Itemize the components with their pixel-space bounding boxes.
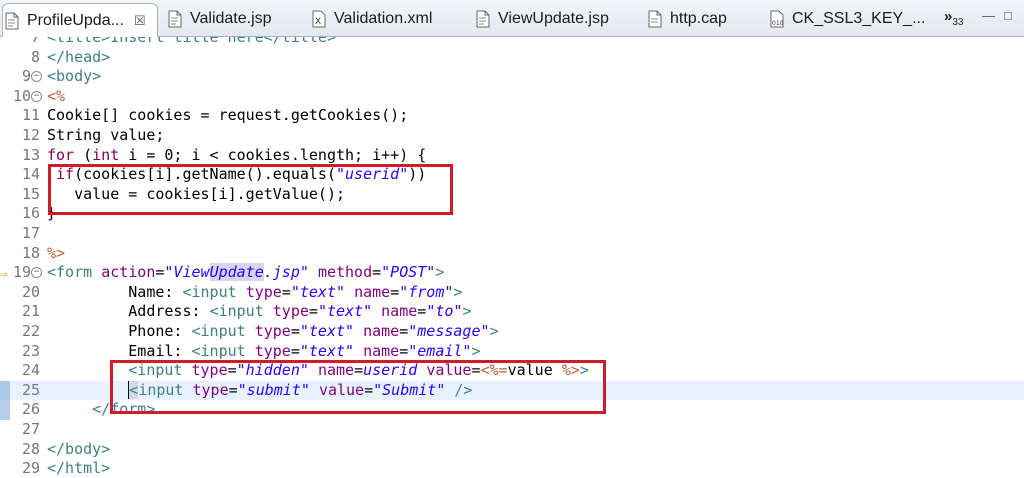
code-line-25[interactable]: 25 <input type="submit" value="Submit" /…: [0, 380, 1024, 401]
code-text: value = cookies[i].getValue();: [47, 184, 346, 203]
tab-ck-ssl3-key[interactable]: 010 CK_SSL3_KEY_...: [768, 3, 925, 35]
more-tabs-button[interactable]: »33: [944, 8, 963, 28]
code-text: Phone: <input type="text" name="message"…: [47, 322, 499, 340]
tab-label: http.cap: [670, 10, 727, 27]
line-number: 24: [21, 361, 40, 380]
code-text: </form>: [92, 400, 156, 419]
line-number: 14: [21, 165, 40, 184]
code-text: Cookie[] cookies = request.getCookies();: [47, 106, 409, 125]
change-marker: [0, 380, 10, 420]
tab-http-cap[interactable]: http.cap: [646, 3, 727, 35]
line-number: 23: [21, 341, 40, 360]
jsp-file-icon: [3, 11, 21, 31]
line-number: 27: [21, 420, 40, 438]
code-text: for (int i = 0; i < cookies.length; i++)…: [47, 145, 427, 164]
code-text: Name: <input type="text" name="from">: [47, 282, 463, 301]
code-text: <input type="hidden" name=userid value=<…: [128, 361, 589, 380]
minimize-icon[interactable]: —: [982, 8, 995, 23]
line-number: 17: [21, 224, 40, 242]
xml-file-icon: X: [310, 9, 328, 29]
code-line-24[interactable]: 24 <input type="hidden" name=userid valu…: [0, 361, 1024, 381]
code-text: <%: [47, 86, 66, 105]
line-number: 29: [21, 459, 40, 478]
tab-label: Validate.jsp: [190, 10, 272, 27]
jsp-file-icon: [166, 9, 184, 29]
code-text: if(cookies[i].getName().equals("userid")…: [56, 165, 427, 184]
code-text: String value;: [47, 126, 165, 144]
tab-label: ProfileUpda...: [27, 11, 124, 29]
line-number: 11: [21, 106, 40, 125]
jsp-file-icon: [474, 9, 492, 29]
collapse-fold-icon[interactable]: −: [31, 267, 42, 279]
code-editor[interactable]: 7 <title>Insert title here</title> 8 </head…: [0, 37, 1024, 478]
code-line-17[interactable]: 17: [0, 224, 1024, 244]
close-tab-icon[interactable]: ☒: [134, 13, 146, 29]
tab-label: Validation.xml: [334, 10, 433, 27]
code-line-18[interactable]: 18 %>: [0, 244, 1024, 264]
code-text: <body>: [47, 67, 102, 86]
tab-viewupdate-jsp[interactable]: ViewUpdate.jsp: [474, 3, 609, 35]
line-number: 13: [21, 145, 40, 164]
code-line-11[interactable]: 11 Cookie[] cookies = request.getCookies(…: [0, 106, 1024, 126]
code-text: <input type="submit" value="Submit" />: [128, 380, 473, 399]
code-text: </body>: [47, 439, 111, 458]
editor-tab-bar: ProfileUpda... ☒ Validate.jsp X Validati…: [0, 0, 1024, 37]
line-number: 22: [21, 322, 40, 340]
code-line-19[interactable]: ⇨ 19− <form action="ViewUpdate.jsp" method…: [0, 263, 1024, 283]
svg-text:010: 010: [772, 20, 784, 27]
code-line-9[interactable]: 9− <body>: [0, 67, 1024, 87]
line-number: 18: [21, 243, 40, 262]
line-number: 20: [21, 282, 40, 301]
tab-validation-xml[interactable]: X Validation.xml: [310, 3, 432, 35]
code-text: Address: <input type="text" name="to">: [47, 302, 472, 321]
line-number: 19: [12, 263, 31, 282]
code-line-7[interactable]: 7 <title>Insert title here</title>: [0, 37, 1024, 48]
code-text: }: [47, 204, 57, 223]
line-number: 9: [21, 67, 31, 86]
code-line-23[interactable]: 23 Email: <input type="text" name="email…: [0, 342, 1024, 362]
code-text: <title>Insert title here</title>: [47, 37, 336, 46]
code-line-13[interactable]: 13 for (int i = 0; i < cookies.length; i+…: [0, 146, 1024, 166]
code-line-10[interactable]: 10− <%: [0, 87, 1024, 107]
code-line-26[interactable]: 26 </form>: [0, 400, 1024, 420]
hidden-tabs-count: 33: [952, 17, 964, 28]
line-number: 7: [30, 37, 40, 46]
code-line-14[interactable]: 14 if(cookies[i].getName().equals("useri…: [0, 165, 1024, 185]
line-number: 21: [21, 302, 40, 321]
code-text: <form action="ViewUpdate.jsp" method="PO…: [47, 263, 445, 282]
tab-profileupdate[interactable]: ProfileUpda... ☒: [2, 3, 158, 37]
code-text: </html>: [47, 459, 111, 478]
line-number: 12: [21, 126, 40, 144]
code-line-16[interactable]: 16}: [0, 204, 1024, 224]
code-line-28[interactable]: 28 </body>: [0, 440, 1024, 460]
code-line-8[interactable]: 8 </head>: [0, 48, 1024, 68]
file-icon: [646, 9, 664, 29]
line-number: 15: [21, 184, 40, 203]
line-number: 10: [12, 86, 31, 105]
tab-validate-jsp[interactable]: Validate.jsp: [166, 3, 272, 35]
code-text: Email: <input type="text" name="email">: [47, 341, 481, 360]
binary-file-icon: 010: [768, 9, 786, 29]
code-line-15[interactable]: 15 value = cookies[i].getValue();: [0, 185, 1024, 205]
line-number: 16: [21, 204, 40, 223]
code-line-22[interactable]: 22 Phone: <input type="text" name="messa…: [0, 322, 1024, 342]
code-line-21[interactable]: 21 Address: <input type="text" name="to"…: [0, 302, 1024, 322]
code-line-29[interactable]: 29 </html>: [0, 459, 1024, 478]
code-line-12[interactable]: 12 String value;: [0, 126, 1024, 146]
tab-label: CK_SSL3_KEY_...: [792, 10, 926, 27]
line-number: 8: [30, 47, 40, 66]
code-line-27[interactable]: 27: [0, 420, 1024, 440]
svg-text:X: X: [315, 17, 321, 27]
collapse-fold-icon[interactable]: −: [31, 90, 42, 102]
code-text: </head>: [47, 47, 111, 66]
code-text: %>: [47, 243, 66, 262]
collapse-fold-icon[interactable]: −: [31, 71, 42, 83]
maximize-icon[interactable]: □: [1004, 8, 1012, 23]
tab-label: ViewUpdate.jsp: [498, 10, 609, 27]
code-line-20[interactable]: 20 Name: <input type="text" name="from">: [0, 283, 1024, 303]
line-number: 28: [21, 439, 40, 458]
